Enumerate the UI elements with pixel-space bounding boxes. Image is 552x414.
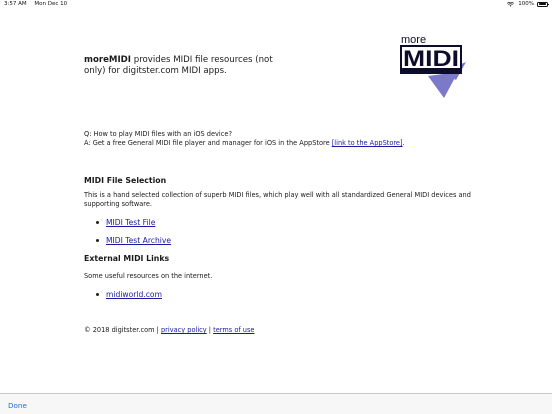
moremidi-logo: more MIDI	[400, 34, 466, 98]
status-date: Mon Dec 10	[34, 1, 68, 7]
bottom-toolbar: Done	[0, 393, 552, 414]
qa-question: Q: How to play MIDI files with an iOS de…	[84, 130, 232, 138]
done-button[interactable]: Done	[8, 401, 27, 410]
wifi-icon	[507, 1, 515, 7]
list-item: MIDI Test Archive	[96, 236, 171, 245]
brand-name: moreMIDI	[84, 55, 132, 65]
appstore-link[interactable]: [link to the AppStore]	[332, 139, 403, 147]
list-item: midiworld.com	[96, 290, 162, 299]
logo-midi-text: MIDI	[403, 46, 459, 71]
battery-percentage: 100%	[518, 1, 534, 7]
privacy-policy-link[interactable]: privacy policy	[161, 326, 207, 334]
midi-file-list: MIDI Test File MIDI Test Archive	[96, 218, 171, 254]
external-midi-links-heading: External MIDI Links	[84, 254, 170, 263]
intro-text: moreMIDI provides MIDI file resources (n…	[84, 55, 284, 77]
qa-section: Q: How to play MIDI files with an iOS de…	[84, 130, 405, 148]
battery-fill	[538, 3, 547, 5]
midi-file-selection-heading: MIDI File Selection	[84, 176, 167, 185]
qa-answer-suffix: .	[402, 139, 405, 147]
qa-answer: A: Get a free General MIDI file player a…	[84, 139, 405, 148]
external-link-list: midiworld.com	[96, 290, 162, 308]
midi-file-selection-description: This is a hand selected collection of su…	[84, 191, 471, 208]
qa-answer-text: A: Get a free General MIDI file player a…	[84, 139, 332, 147]
midi-test-file-link[interactable]: MIDI Test File	[106, 218, 155, 227]
terms-of-use-link[interactable]: terms of use	[213, 326, 254, 334]
logo-more-text: more	[401, 34, 426, 46]
external-links-description: Some useful resources on the internet.	[84, 272, 213, 280]
midiworld-link[interactable]: midiworld.com	[106, 290, 162, 299]
list-item: MIDI Test File	[96, 218, 171, 227]
copyright-text: © 2018 digitster.com	[84, 326, 155, 334]
battery-icon	[537, 1, 549, 7]
status-bar: 3:57 AM Mon Dec 10 100%	[0, 0, 552, 10]
midi-test-archive-link[interactable]: MIDI Test Archive	[106, 236, 171, 245]
footer: © 2018 digitster.com | privacy policy | …	[84, 326, 254, 334]
status-time: 3:57 AM	[4, 1, 27, 7]
